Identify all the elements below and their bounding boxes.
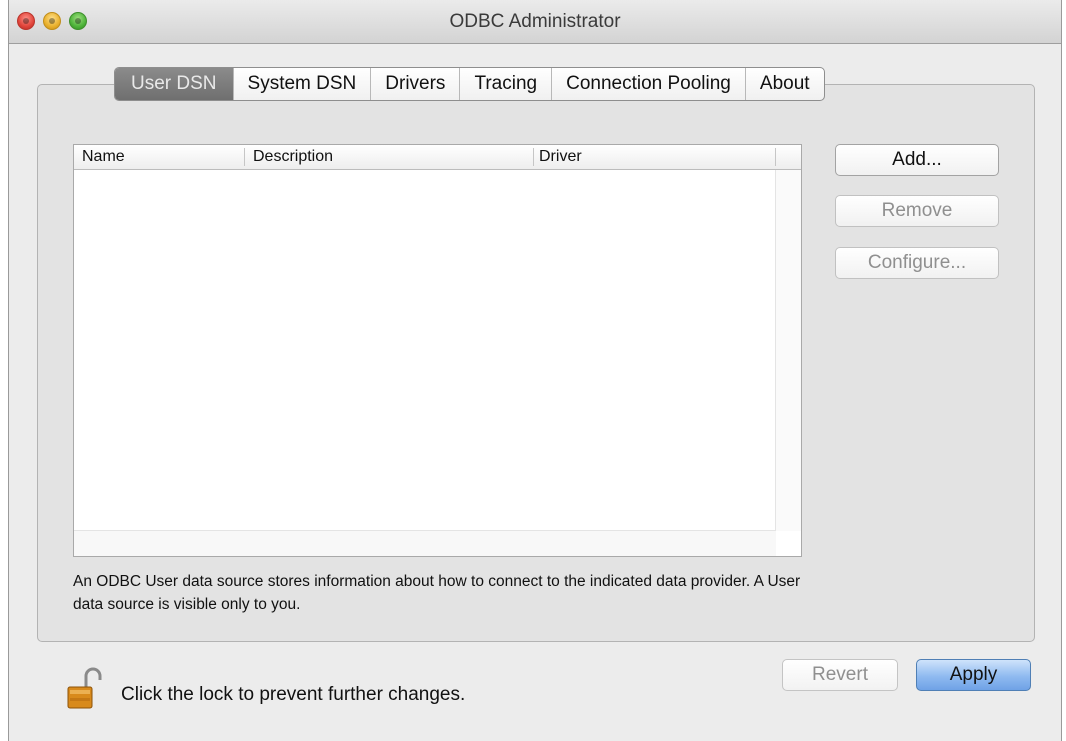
window-title: ODBC Administrator: [449, 11, 621, 32]
column-divider[interactable]: [533, 148, 534, 166]
tab-tracing[interactable]: Tracing: [460, 68, 553, 100]
tab-user-dsn[interactable]: User DSN: [115, 68, 234, 100]
table-header: Name Description Driver: [74, 145, 801, 170]
tab-connection-pooling[interactable]: Connection Pooling: [552, 68, 746, 100]
configure-button[interactable]: Configure...: [835, 247, 999, 279]
title-bar: ODBC Administrator: [9, 0, 1061, 44]
vertical-scrollbar[interactable]: [775, 170, 801, 531]
dsn-table[interactable]: Name Description Driver: [73, 144, 802, 557]
tab-drivers[interactable]: Drivers: [371, 68, 461, 100]
column-divider[interactable]: [244, 148, 245, 166]
add-button[interactable]: Add...: [835, 144, 999, 176]
column-header-description[interactable]: Description: [253, 148, 333, 166]
apply-button[interactable]: Apply: [916, 659, 1031, 691]
column-header-driver[interactable]: Driver: [539, 148, 582, 166]
tab-about[interactable]: About: [746, 68, 824, 100]
tab-system-dsn[interactable]: System DSN: [234, 68, 372, 100]
revert-button[interactable]: Revert: [782, 659, 898, 691]
column-header-name[interactable]: Name: [82, 148, 125, 166]
horizontal-scrollbar[interactable]: [74, 530, 776, 556]
column-divider[interactable]: [775, 148, 776, 166]
description-text: An ODBC User data source stores informat…: [73, 573, 801, 613]
tab-bar: User DSN System DSN Drivers Tracing Conn…: [114, 67, 825, 101]
lock-status-text: Click the lock to prevent further change…: [121, 684, 466, 705]
remove-button[interactable]: Remove: [835, 195, 999, 227]
lock-icon[interactable]: [66, 666, 102, 710]
